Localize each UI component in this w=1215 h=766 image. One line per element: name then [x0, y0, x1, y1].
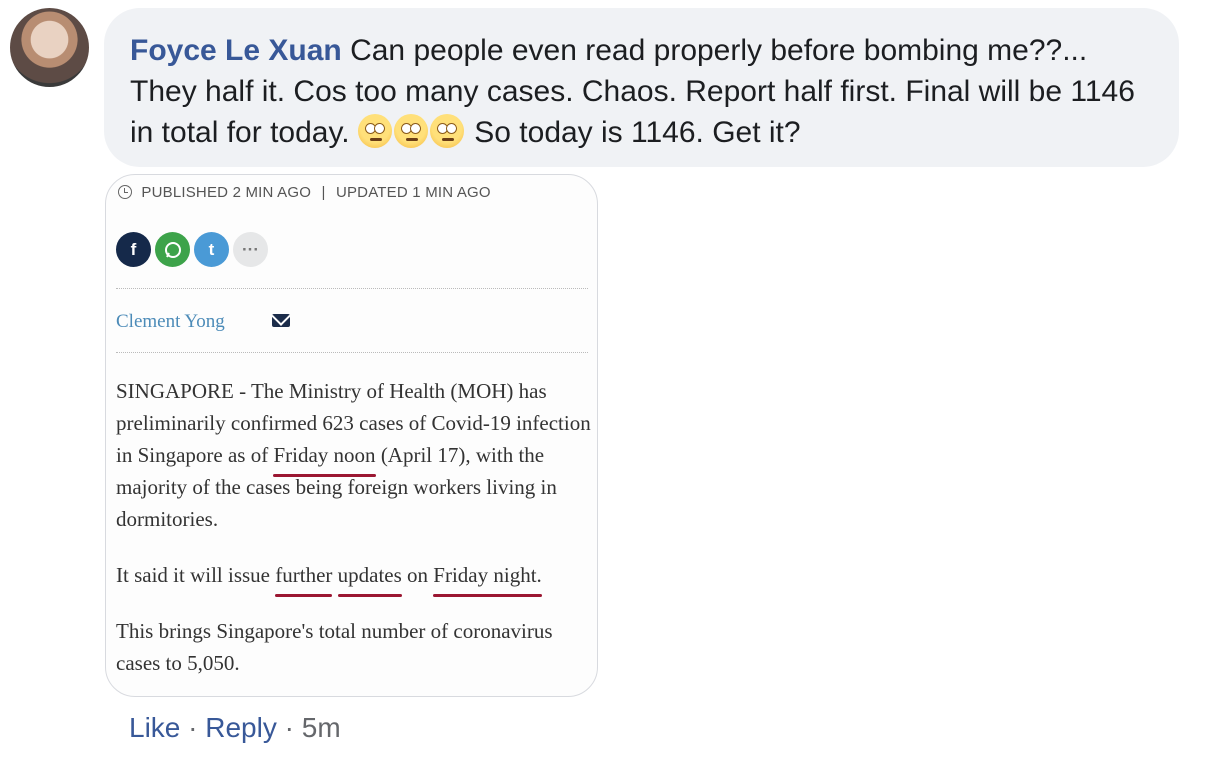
published-label: PUBLISHED	[141, 184, 229, 201]
comment-text-tail: So today is 1146. Get it?	[474, 116, 801, 149]
meta-separator: |	[321, 184, 326, 201]
article-paragraph: It said it will issue further updates on…	[116, 559, 591, 597]
publish-meta: PUBLISHED 2 MIN AGO | UPDATED 1 MIN AGO	[118, 184, 491, 201]
action-separator: ·	[188, 712, 198, 743]
text-run: It said it will issue	[116, 563, 270, 587]
face-with-rolling-eyes-emoji	[357, 114, 392, 148]
comment-author-link[interactable]: Foyce Le Xuan	[130, 34, 342, 67]
underlined-phrase: Friday noon	[273, 439, 376, 477]
more-share-icon: ···	[233, 232, 268, 267]
avatar[interactable]	[10, 8, 89, 87]
twitter-icon: t	[194, 232, 229, 267]
like-button[interactable]: Like	[129, 712, 180, 743]
updated-label: UPDATED	[335, 184, 408, 201]
underlined-phrase: further	[275, 559, 333, 597]
article-paragraph: This brings Singapore's total number of …	[116, 619, 553, 675]
image-attachment[interactable]: PUBLISHED 2 MIN AGO | UPDATED 1 MIN AGO …	[105, 174, 598, 697]
underlined-phrase: updates	[337, 559, 402, 597]
reply-button[interactable]: Reply	[205, 712, 277, 743]
facebook-icon: f	[116, 232, 151, 267]
divider	[116, 352, 588, 353]
updated-time: 1 MIN AGO	[412, 184, 491, 201]
share-icons: f t ···	[116, 232, 268, 267]
article-author: Clement Yong	[116, 311, 225, 332]
face-with-rolling-eyes-emoji	[393, 114, 428, 148]
envelope-icon	[272, 314, 290, 327]
divider	[116, 288, 588, 289]
underlined-phrase: Friday night.	[433, 559, 542, 597]
comment-bubble: Foyce Le Xuan Can people even read prope…	[104, 8, 1179, 167]
text-run: on	[407, 563, 429, 587]
face-with-rolling-eyes-emoji	[429, 114, 464, 148]
action-separator: ·	[284, 712, 294, 743]
article-paragraph: SINGAPORE - The Ministry of Health (MOH)…	[116, 375, 591, 535]
comment-actions: Like · Reply · 5m	[129, 712, 341, 744]
whatsapp-icon	[155, 232, 190, 267]
comment-timestamp[interactable]: 5m	[302, 712, 341, 743]
published-time: 2 MIN AGO	[232, 184, 312, 201]
article-body: SINGAPORE - The Ministry of Health (MOH)…	[116, 375, 591, 696]
clock-icon	[118, 185, 132, 199]
